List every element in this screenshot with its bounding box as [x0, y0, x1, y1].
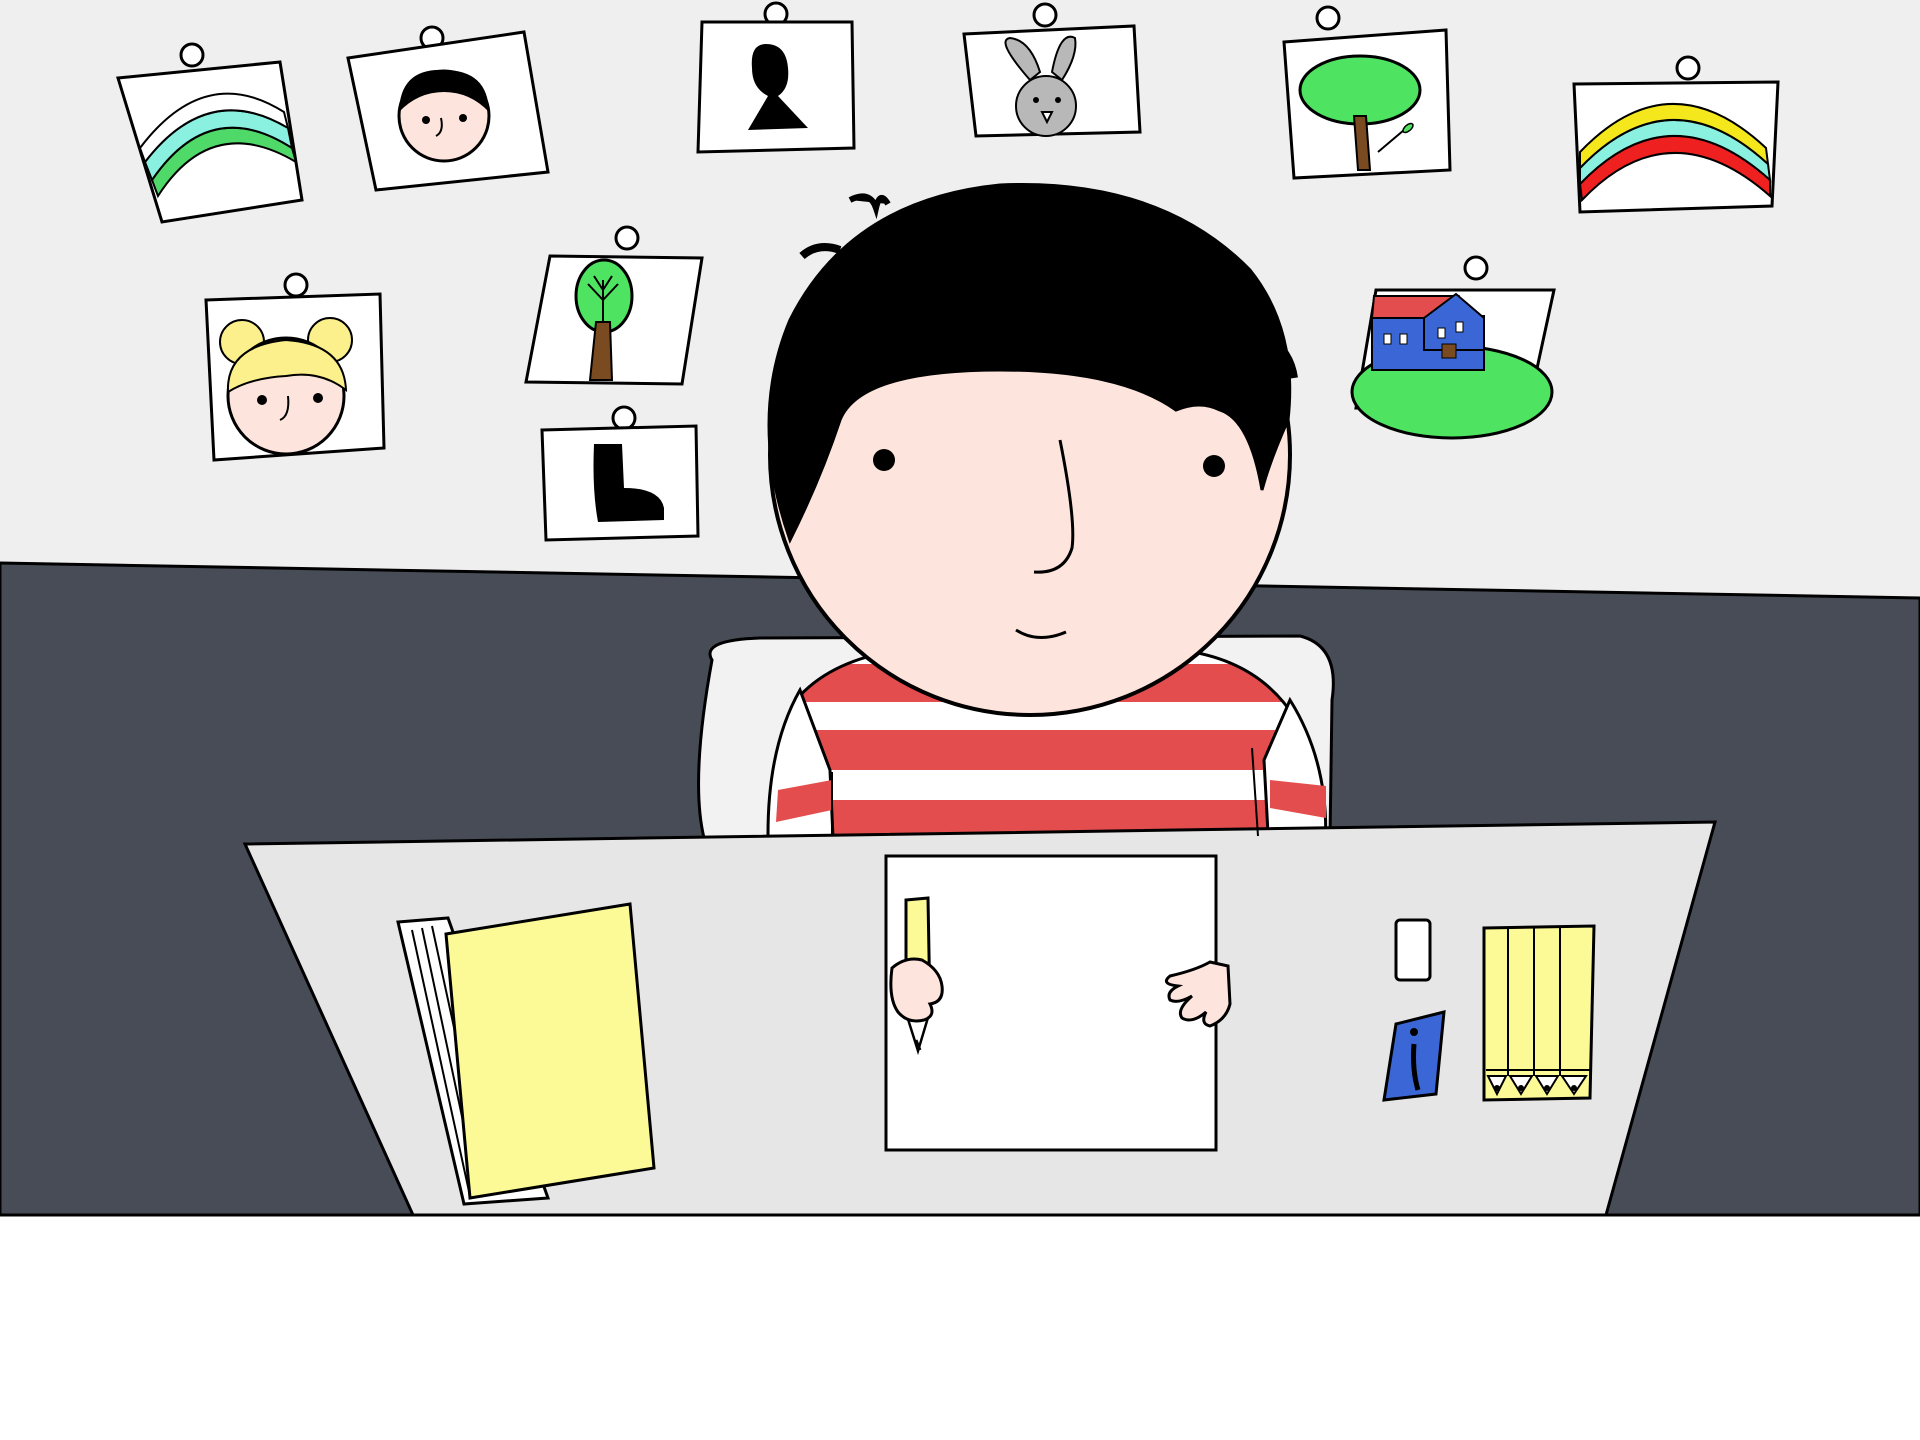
right-eye-icon [1203, 455, 1225, 477]
scene-svg [0, 0, 1920, 1440]
eraser-icon [1394, 918, 1432, 982]
boy-head [767, 183, 1298, 717]
illustration-scene [0, 0, 1920, 1440]
keyhole-drawing-icon [696, 1, 856, 154]
girl-face-drawing-icon [204, 272, 386, 462]
pencil-set-icon [1482, 924, 1596, 1102]
left-eye-icon [873, 449, 895, 471]
floor [0, 1215, 1920, 1440]
